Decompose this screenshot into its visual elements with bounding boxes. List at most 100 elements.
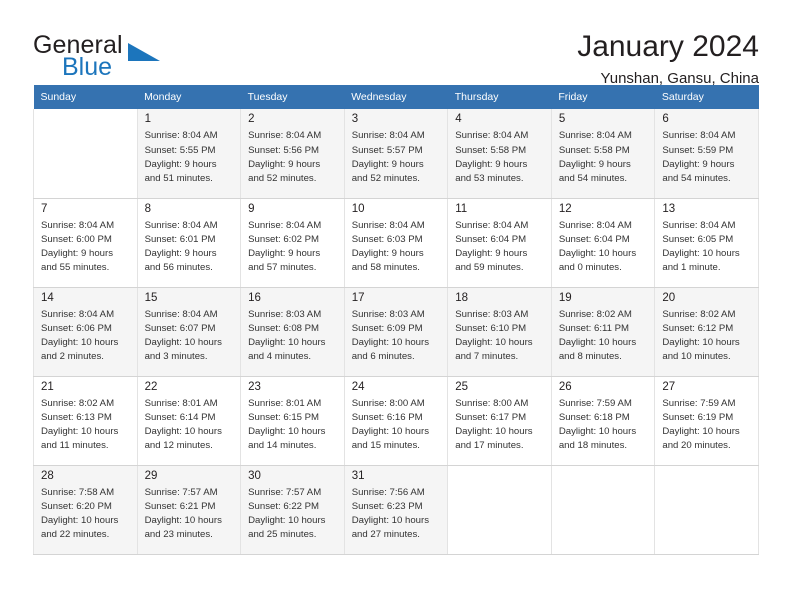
calendar-day-cell[interactable]: 15 Sunrise: 8:04 AM Sunset: 6:07 PM Dayli… xyxy=(136,287,242,377)
calendar-table: Sunday Monday Tuesday Wednesday Thursday… xyxy=(33,85,759,555)
day-sun-info: Sunrise: 8:04 AM Sunset: 6:01 PM Dayligh… xyxy=(144,219,218,274)
calendar-day-cell[interactable]: 4 Sunrise: 8:04 AM Sunset: 5:58 PM Daylig… xyxy=(447,109,552,199)
day-number: 31 xyxy=(351,469,365,482)
day-sun-info: Sunrise: 8:04 AM Sunset: 6:05 PM Dayligh… xyxy=(662,219,740,274)
day-number: 20 xyxy=(662,291,676,304)
calendar-day-cell[interactable]: 29 Sunrise: 7:57 AM Sunset: 6:21 PM Dayli… xyxy=(136,465,242,555)
day-sun-info: Sunrise: 8:03 AM Sunset: 6:08 PM Dayligh… xyxy=(248,308,326,363)
calendar-day-cell[interactable]: 1 Sunrise: 8:04 AM Sunset: 5:55 PM Daylig… xyxy=(136,109,242,199)
day-sun-info: Sunrise: 8:04 AM Sunset: 6:07 PM Dayligh… xyxy=(144,308,222,363)
day-number: 21 xyxy=(41,380,54,393)
day-sun-info: Sunrise: 8:04 AM Sunset: 5:55 PM Dayligh… xyxy=(144,130,218,184)
day-sun-info: Sunrise: 8:04 AM Sunset: 6:02 PM Dayligh… xyxy=(248,219,322,274)
calendar-day-cell[interactable]: 18 Sunrise: 8:03 AM Sunset: 6:10 PM Dayli… xyxy=(447,287,552,377)
calendar-day-cell[interactable]: 9 Sunrise: 8:04 AM Sunset: 6:02 PM Daylig… xyxy=(240,198,345,288)
day-number: 2 xyxy=(248,113,255,125)
day-sun-info: Sunrise: 8:04 AM Sunset: 6:03 PM Dayligh… xyxy=(351,219,425,274)
calendar-day-cell[interactable]: 27 Sunrise: 7:59 AM Sunset: 6:19 PM Dayli… xyxy=(654,376,759,466)
calendar-day-cell[interactable]: 16 Sunrise: 8:03 AM Sunset: 6:08 PM Dayli… xyxy=(240,287,345,377)
day-number: 23 xyxy=(248,380,261,393)
day-number: 16 xyxy=(248,291,261,304)
brand-name-blue: Blue xyxy=(62,53,113,81)
calendar-day-cell[interactable]: 3 Sunrise: 8:04 AM Sunset: 5:57 PM Daylig… xyxy=(343,109,449,199)
calendar-day-cell[interactable]: 13 Sunrise: 8:04 AM Sunset: 6:05 PM Dayli… xyxy=(654,198,759,288)
weekday-header-wednesday: Wednesday xyxy=(344,85,448,109)
day-sun-info: Sunrise: 8:04 AM Sunset: 6:04 PM Dayligh… xyxy=(455,219,529,274)
calendar-day-cell[interactable]: 28 Sunrise: 7:58 AM Sunset: 6:20 PM Dayli… xyxy=(33,465,138,555)
calendar-week-row: 21 Sunrise: 8:02 AM Sunset: 6:13 PM Dayli… xyxy=(33,376,759,466)
day-number: 19 xyxy=(558,291,572,304)
day-number: 8 xyxy=(144,202,151,215)
calendar-day-cell[interactable]: 5 Sunrise: 8:04 AM Sunset: 5:58 PM Daylig… xyxy=(550,109,656,199)
day-number: 10 xyxy=(351,202,365,215)
calendar-day-cell[interactable]: 6 Sunrise: 8:04 AM Sunset: 5:59 PM Daylig… xyxy=(654,109,759,199)
day-number: 1 xyxy=(144,113,151,125)
day-sun-info: Sunrise: 8:02 AM Sunset: 6:13 PM Dayligh… xyxy=(41,397,119,452)
day-sun-info: Sunrise: 8:01 AM Sunset: 6:14 PM Dayligh… xyxy=(144,397,222,452)
calendar-day-cell[interactable]: 24 Sunrise: 8:00 AM Sunset: 6:16 PM Dayli… xyxy=(343,376,449,466)
calendar-day-cell[interactable]: 23 Sunrise: 8:01 AM Sunset: 6:15 PM Dayli… xyxy=(240,376,345,466)
day-number: 26 xyxy=(558,380,572,393)
day-number: 11 xyxy=(455,202,468,215)
calendar-day-cell[interactable]: 30 Sunrise: 7:57 AM Sunset: 6:22 PM Dayli… xyxy=(240,465,345,555)
day-sun-info: Sunrise: 7:56 AM Sunset: 6:23 PM Dayligh… xyxy=(351,486,430,541)
day-number: 4 xyxy=(455,113,462,125)
day-sun-info: Sunrise: 7:59 AM Sunset: 6:18 PM Dayligh… xyxy=(558,397,637,452)
calendar-header-row: Sunday Monday Tuesday Wednesday Thursday… xyxy=(33,85,759,109)
page-subtitle: Yunshan, Gansu, China xyxy=(600,69,759,87)
calendar-day-cell[interactable]: 17 Sunrise: 8:03 AM Sunset: 6:09 PM Dayli… xyxy=(343,287,449,377)
day-sun-info: Sunrise: 7:59 AM Sunset: 6:19 PM Dayligh… xyxy=(662,397,740,452)
weekday-header-thursday: Thursday xyxy=(447,85,552,109)
weekday-header-tuesday: Tuesday xyxy=(240,85,345,109)
weekday-header-friday: Friday xyxy=(551,85,655,109)
day-sun-info: Sunrise: 8:02 AM Sunset: 6:12 PM Dayligh… xyxy=(662,308,740,363)
day-sun-info: Sunrise: 8:02 AM Sunset: 6:11 PM Dayligh… xyxy=(558,308,637,363)
calendar-day-cell[interactable]: 19 Sunrise: 8:02 AM Sunset: 6:11 PM Dayli… xyxy=(550,287,656,377)
day-sun-info: Sunrise: 8:03 AM Sunset: 6:10 PM Dayligh… xyxy=(455,308,533,363)
day-number: 5 xyxy=(558,113,566,125)
day-number: 28 xyxy=(41,469,54,482)
calendar-day-cell[interactable]: 31 Sunrise: 7:56 AM Sunset: 6:23 PM Dayli… xyxy=(343,465,449,555)
calendar-cell-empty xyxy=(447,465,552,555)
calendar-day-cell[interactable]: 14 Sunrise: 8:04 AM Sunset: 6:06 PM Dayli… xyxy=(33,287,138,377)
day-sun-info: Sunrise: 8:03 AM Sunset: 6:09 PM Dayligh… xyxy=(351,308,430,363)
day-number: 12 xyxy=(558,202,572,215)
day-number: 27 xyxy=(662,380,676,393)
day-sun-info: Sunrise: 8:04 AM Sunset: 5:58 PM Dayligh… xyxy=(455,130,529,184)
day-number: 15 xyxy=(144,291,158,304)
day-number: 7 xyxy=(41,202,48,215)
calendar-cell-empty xyxy=(550,465,656,555)
day-number: 18 xyxy=(455,291,469,304)
brand-logo[interactable]: General Blue xyxy=(33,30,213,82)
day-sun-info: Sunrise: 8:04 AM Sunset: 5:57 PM Dayligh… xyxy=(351,130,425,184)
calendar-body: 1 Sunrise: 8:04 AM Sunset: 5:55 PM Daylig… xyxy=(33,109,759,555)
calendar-day-cell[interactable]: 26 Sunrise: 7:59 AM Sunset: 6:18 PM Dayli… xyxy=(550,376,656,466)
weekday-header-saturday: Saturday xyxy=(654,85,759,109)
day-number: 25 xyxy=(455,380,469,393)
calendar-day-cell[interactable]: 21 Sunrise: 8:02 AM Sunset: 6:13 PM Dayli… xyxy=(33,376,138,466)
calendar-cell-empty xyxy=(33,109,138,199)
calendar-day-cell[interactable]: 2 Sunrise: 8:04 AM Sunset: 5:56 PM Daylig… xyxy=(240,109,345,199)
day-number: 9 xyxy=(248,202,255,215)
calendar-day-cell[interactable]: 25 Sunrise: 8:00 AM Sunset: 6:17 PM Dayli… xyxy=(447,376,552,466)
calendar-day-cell[interactable]: 20 Sunrise: 8:02 AM Sunset: 6:12 PM Dayli… xyxy=(654,287,759,377)
calendar-day-cell[interactable]: 11 Sunrise: 8:04 AM Sunset: 6:04 PM Dayli… xyxy=(447,198,552,288)
calendar-day-cell[interactable]: 22 Sunrise: 8:01 AM Sunset: 6:14 PM Dayli… xyxy=(136,376,242,466)
calendar-day-cell[interactable]: 10 Sunrise: 8:04 AM Sunset: 6:03 PM Dayli… xyxy=(343,198,449,288)
calendar-week-row: 28 Sunrise: 7:58 AM Sunset: 6:20 PM Dayli… xyxy=(33,465,759,555)
page-header: General Blue January 2024 Yunshan, Gansu… xyxy=(33,0,759,86)
calendar-day-cell[interactable]: 7 Sunrise: 8:04 AM Sunset: 6:00 PM Daylig… xyxy=(33,198,138,288)
calendar-day-cell[interactable]: 8 Sunrise: 8:04 AM Sunset: 6:01 PM Daylig… xyxy=(136,198,242,288)
day-number: 17 xyxy=(351,291,365,304)
day-number: 6 xyxy=(662,113,669,125)
day-sun-info: Sunrise: 8:04 AM Sunset: 6:04 PM Dayligh… xyxy=(558,219,637,274)
weekday-header-monday: Monday xyxy=(137,85,241,109)
day-number: 14 xyxy=(41,291,54,304)
calendar-week-row: 7 Sunrise: 8:04 AM Sunset: 6:00 PM Daylig… xyxy=(33,198,759,288)
calendar-day-cell[interactable]: 12 Sunrise: 8:04 AM Sunset: 6:04 PM Dayli… xyxy=(550,198,656,288)
day-number: 24 xyxy=(351,380,365,393)
day-sun-info: Sunrise: 8:04 AM Sunset: 5:56 PM Dayligh… xyxy=(248,130,322,184)
day-number: 30 xyxy=(248,469,261,482)
triangle-logo-icon xyxy=(128,43,160,61)
day-sun-info: Sunrise: 7:57 AM Sunset: 6:21 PM Dayligh… xyxy=(144,486,222,541)
